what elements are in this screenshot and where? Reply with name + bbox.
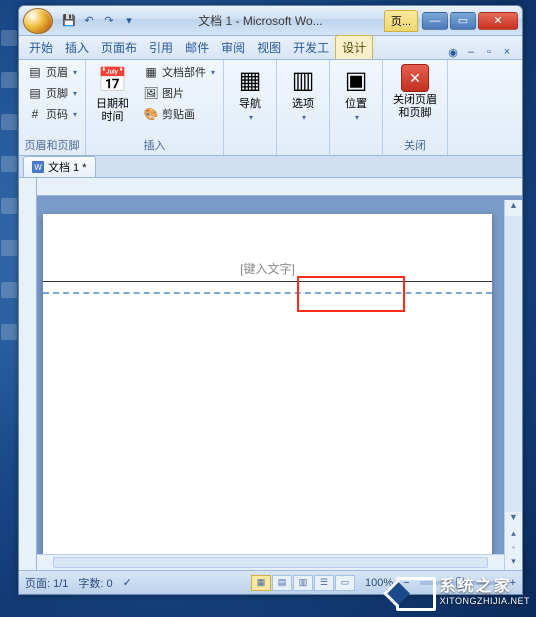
close-header-footer-button[interactable]: ✕ 关闭页眉 和页脚 xyxy=(387,62,443,122)
undo-icon[interactable]: ↶ xyxy=(81,13,97,29)
draft-view-button[interactable]: ▭ xyxy=(335,575,355,591)
position-button[interactable]: ▣ 位置▾ xyxy=(334,62,378,126)
date-time-button[interactable]: 📅 日期和 时间 xyxy=(90,62,135,126)
options-button[interactable]: ▥ 选项▾ xyxy=(281,62,325,126)
doc-close-icon[interactable]: × xyxy=(500,45,514,59)
document-tabs: W 文档 1 * xyxy=(19,156,522,178)
minimize-button[interactable]: — xyxy=(422,12,448,30)
close-icon: ✕ xyxy=(401,64,429,92)
header-button[interactable]: ▤页眉▾ xyxy=(23,62,81,82)
document-tab[interactable]: W 文档 1 * xyxy=(23,156,96,177)
help-icon[interactable]: ◉ xyxy=(446,45,460,59)
header-boundary-line xyxy=(43,292,492,294)
quick-parts-icon: ▦ xyxy=(143,64,159,80)
tab-design[interactable]: 设计 xyxy=(335,35,373,59)
page[interactable]: [键入文字] xyxy=(43,214,492,570)
tab-developer[interactable]: 开发工 xyxy=(287,36,335,59)
ribbon-group-insert: 📅 日期和 时间 ▦文档部件▾ 🖼图片 🎨剪贴画 插入 xyxy=(86,60,224,155)
position-icon: ▣ xyxy=(340,64,372,96)
ribbon-group-label: 关闭 xyxy=(387,135,443,155)
ribbon-tabs: 开始 插入 页面布 引用 邮件 审阅 视图 开发工 设计 ◉ – ▫ × xyxy=(19,36,522,60)
horizontal-scrollbar[interactable] xyxy=(37,554,504,570)
footer-button[interactable]: ▤页脚▾ xyxy=(23,83,81,103)
watermark-brand: 系统之家 xyxy=(440,580,530,594)
picture-button[interactable]: 🖼图片 xyxy=(139,83,219,103)
ribbon: ▤页眉▾ ▤页脚▾ #页码▾ 页眉和页脚 📅 日期和 时间 ▦文档部件▾ 🖼图片… xyxy=(19,60,522,156)
clipart-button[interactable]: 🎨剪贴画 xyxy=(139,104,219,124)
document-viewport[interactable]: [键入文字] xyxy=(37,178,522,570)
vertical-scrollbar[interactable]: ▲ ▼ ▴ ◦ ▾ xyxy=(504,200,522,570)
annotation-highlight xyxy=(297,276,405,312)
office-button[interactable] xyxy=(23,8,53,34)
tab-view[interactable]: 视图 xyxy=(251,36,287,59)
navigation-icon: ▦ xyxy=(234,64,266,96)
ribbon-group-label: 页眉和页脚 xyxy=(23,135,81,155)
scroll-up-icon[interactable]: ▲ xyxy=(505,200,522,216)
proofing-icon[interactable]: ✓ xyxy=(123,576,132,589)
ribbon-group-nav: ▦ 导航▾ xyxy=(224,60,277,155)
tab-insert[interactable]: 插入 xyxy=(59,36,95,59)
web-view-button[interactable]: ▥ xyxy=(293,575,313,591)
page-number-button[interactable]: #页码▾ xyxy=(23,104,81,124)
vertical-ruler[interactable] xyxy=(19,178,37,570)
word-count[interactable]: 字数: 0 xyxy=(78,575,112,591)
word-doc-icon: W xyxy=(32,161,44,173)
tab-mailings[interactable]: 邮件 xyxy=(179,36,215,59)
watermark-logo-icon xyxy=(396,577,436,611)
header-placeholder: [键入文字] xyxy=(43,260,492,277)
close-button[interactable]: ✕ xyxy=(478,12,518,30)
quick-parts-button[interactable]: ▦文档部件▾ xyxy=(139,62,219,82)
picture-icon: 🖼 xyxy=(143,85,159,101)
redo-icon[interactable]: ↷ xyxy=(101,13,117,29)
doc-restore-icon[interactable]: ▫ xyxy=(482,45,496,59)
tab-home[interactable]: 开始 xyxy=(23,36,59,59)
print-layout-view-button[interactable]: ▦ xyxy=(251,575,271,591)
view-buttons: ▦ ▤ ▥ ☰ ▭ xyxy=(251,575,355,591)
window-title: 文档 1 - Microsoft Wo... xyxy=(137,12,384,29)
ribbon-group-options: ▥ 选项▾ xyxy=(277,60,330,155)
next-page-icon[interactable]: ▾ xyxy=(505,556,522,570)
watermark-url: XITONGZHIJIA.NET xyxy=(440,594,530,608)
doc-minimize-icon[interactable]: – xyxy=(464,45,478,59)
header-icon: ▤ xyxy=(27,64,43,80)
page-number-icon: # xyxy=(27,106,43,122)
footer-icon: ▤ xyxy=(27,85,43,101)
scroll-down-icon[interactable]: ▼ xyxy=(505,512,522,528)
prev-page-icon[interactable]: ▴ xyxy=(505,528,522,542)
ribbon-group-close: ✕ 关闭页眉 和页脚 关闭 xyxy=(383,60,448,155)
contextual-tab-label: 页... xyxy=(384,10,418,32)
outline-view-button[interactable]: ☰ xyxy=(314,575,334,591)
clipart-icon: 🎨 xyxy=(143,106,159,122)
options-icon: ▥ xyxy=(287,64,319,96)
quick-access-toolbar: 💾 ↶ ↷ ▾ xyxy=(61,13,137,29)
header-rule-line xyxy=(43,281,492,282)
maximize-button[interactable]: ▭ xyxy=(450,12,476,30)
tab-pagelayout[interactable]: 页面布 xyxy=(95,36,143,59)
word-window: 💾 ↶ ↷ ▾ 文档 1 - Microsoft Wo... 页... — ▭ … xyxy=(18,5,523,595)
browse-object-icon[interactable]: ◦ xyxy=(505,542,522,556)
ribbon-group-label: 插入 xyxy=(90,135,219,155)
navigation-button[interactable]: ▦ 导航▾ xyxy=(228,62,272,126)
tab-references[interactable]: 引用 xyxy=(143,36,179,59)
header-area[interactable]: [键入文字] xyxy=(43,260,492,294)
calendar-icon: 📅 xyxy=(97,64,129,96)
tab-review[interactable]: 审阅 xyxy=(215,36,251,59)
titlebar: 💾 ↶ ↷ ▾ 文档 1 - Microsoft Wo... 页... — ▭ … xyxy=(19,6,522,36)
ribbon-group-header-footer: ▤页眉▾ ▤页脚▾ #页码▾ 页眉和页脚 xyxy=(19,60,86,155)
save-icon[interactable]: 💾 xyxy=(61,13,77,29)
qat-dropdown-icon[interactable]: ▾ xyxy=(121,13,137,29)
fullscreen-view-button[interactable]: ▤ xyxy=(272,575,292,591)
page-indicator[interactable]: 页面: 1/1 xyxy=(25,575,68,591)
document-area: [键入文字] ▲ ▼ ▴ ◦ ▾ xyxy=(19,178,522,570)
horizontal-ruler[interactable] xyxy=(37,178,522,196)
watermark: 系统之家 XITONGZHIJIA.NET xyxy=(396,577,530,611)
ribbon-group-position: ▣ 位置▾ xyxy=(330,60,383,155)
